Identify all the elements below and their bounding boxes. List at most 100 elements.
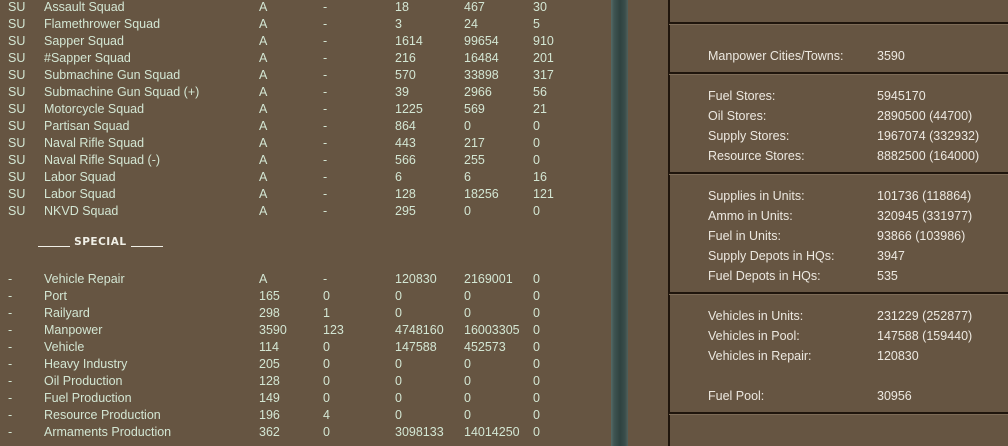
unit-col-b: 123 [323,323,344,337]
unit-row[interactable]: SU Submachine Gun Squad A - 570 33898 317 [0,67,600,84]
unit-col-d: 0 [464,306,471,320]
special-row[interactable]: - Railyard 298 1 0 0 0 [0,305,600,322]
stat-row: Supply Stores: 1967074 (332932) [708,126,1008,146]
unit-nation: SU [8,68,26,82]
unit-nation: - [8,340,13,354]
unit-row[interactable]: SU NKVD Squad A - 295 0 0 [0,203,600,220]
unit-col-b: 0 [323,391,330,405]
unit-col-b: 0 [323,340,330,354]
unit-col-d: 0 [464,408,471,422]
unit-row[interactable]: SU Naval Rifle Squad (-) A - 566 255 0 [0,152,600,169]
unit-col-b: 0 [323,357,330,371]
unit-row[interactable]: SU Sapper Squad A - 1614 99654 910 [0,33,600,50]
stat-label: Vehicles in Repair: [708,349,812,363]
unit-nation: SU [8,119,26,133]
unit-col-a: A [259,272,268,286]
special-row[interactable]: - Vehicle Repair A - 120830 2169001 0 [0,271,600,288]
unit-col-e: 0 [533,289,540,303]
unit-col-d: 452573 [464,340,506,354]
special-row[interactable]: - Oil Production 128 0 0 0 0 [0,373,600,390]
unit-name: Manpower [44,323,103,337]
unit-col-e: 0 [533,153,540,167]
unit-col-e: 910 [533,34,554,48]
stat-row: Resource Stores: 8882500 (164000) [708,146,1008,166]
unit-col-d: 0 [464,119,471,133]
unit-nation: SU [8,153,26,167]
unit-col-c: 566 [395,153,416,167]
stat-row: Ammo in Units: 320945 (331977) [708,206,1008,226]
special-row[interactable]: - Armaments Production 362 0 3098133 14014250… [0,424,600,441]
stat-row: Fuel Stores: 5945170 [708,86,1008,106]
unit-name: Armaments Production [44,425,172,439]
unit-row[interactable]: SU Naval Rifle Squad A - 443 217 0 [0,135,600,152]
unit-row[interactable]: SU Partisan Squad A - 864 0 0 [0,118,600,135]
unit-col-a: 3590 [259,323,287,337]
unit-name: NKVD Squad [44,204,119,218]
unit-col-b: - [323,17,328,31]
unit-col-d: 0 [464,204,471,218]
unit-name: #Sapper Squad [44,51,131,65]
stat-value: 231229 (252877) [877,309,973,323]
panel-divider-scrollbar[interactable] [611,0,628,446]
unit-col-b: - [323,170,328,184]
unit-col-d: 14014250 [464,425,520,439]
unit-name: Flamethrower Squad [44,17,161,31]
unit-col-c: 1225 [395,102,423,116]
unit-nation: - [8,272,13,286]
stat-value: 3947 [877,249,905,263]
unit-name: Submachine Gun Squad [44,68,181,82]
stat-value: 120830 [877,349,919,363]
unit-col-a: A [259,170,268,184]
unit-col-e: 0 [533,119,540,133]
unit-col-e: 201 [533,51,554,65]
unit-col-b: - [323,85,328,99]
unit-col-a: 205 [259,357,280,371]
special-section-header: SPECIAL [38,236,163,248]
unit-row[interactable]: SU #Sapper Squad A - 216 16484 201 [0,50,600,67]
unit-col-d: 255 [464,153,485,167]
unit-col-c: 6 [395,170,402,184]
unit-col-b: - [323,136,328,150]
unit-row[interactable]: SU Motorcycle Squad A - 1225 569 21 [0,101,600,118]
stat-label: Manpower Cities/Towns: [708,49,844,63]
unit-row[interactable]: SU Labor Squad A - 128 18256 121 [0,186,600,203]
unit-nation: SU [8,85,26,99]
unit-row[interactable]: SU Assault Squad A - 18 467 30 [0,0,600,16]
special-row[interactable]: - Fuel Production 149 0 0 0 0 [0,390,600,407]
unit-name: Vehicle Repair [44,272,125,286]
unit-col-d: 0 [464,357,471,371]
unit-nation: - [8,391,13,405]
unit-col-a: A [259,204,268,218]
stat-label: Resource Stores: [708,149,805,163]
unit-col-c: 3098133 [395,425,444,439]
unit-nation: SU [8,102,26,116]
unit-col-d: 16003305 [464,323,520,337]
unit-col-d: 2169001 [464,272,513,286]
special-row[interactable]: - Resource Production 196 4 0 0 0 [0,407,600,424]
unit-nation: - [8,425,13,439]
unit-col-a: 165 [259,289,280,303]
unit-nation: SU [8,187,26,201]
unit-col-b: 0 [323,425,330,439]
unit-col-a: 128 [259,374,280,388]
special-row[interactable]: - Heavy Industry 205 0 0 0 0 [0,356,600,373]
unit-col-d: 24 [464,17,478,31]
unit-col-e: 0 [533,340,540,354]
unit-col-c: 864 [395,119,416,133]
section-divider [669,172,1008,175]
stat-row: Supply Depots in HQs: 3947 [708,246,1008,266]
unit-row[interactable]: SU Submachine Gun Squad (+) A - 39 2966 56 [0,84,600,101]
unit-name: Railyard [44,306,90,320]
unit-row[interactable]: SU Flamethrower Squad A - 3 24 5 [0,16,600,33]
unit-col-e: 21 [533,102,547,116]
unit-nation: - [8,357,13,371]
special-row[interactable]: - Port 165 0 0 0 0 [0,288,600,305]
stat-row: Vehicles in Units: 231229 (252877) [708,306,1008,326]
unit-col-e: 0 [533,374,540,388]
special-row[interactable]: - Vehicle 114 0 147588 452573 0 [0,339,600,356]
special-row[interactable]: - Manpower 3590 123 4748160 16003305 0 [0,322,600,339]
unit-col-b: - [323,68,328,82]
stat-value: 8882500 (164000) [877,149,980,163]
unit-col-c: 147588 [395,340,437,354]
unit-row[interactable]: SU Labor Squad A - 6 6 16 [0,169,600,186]
